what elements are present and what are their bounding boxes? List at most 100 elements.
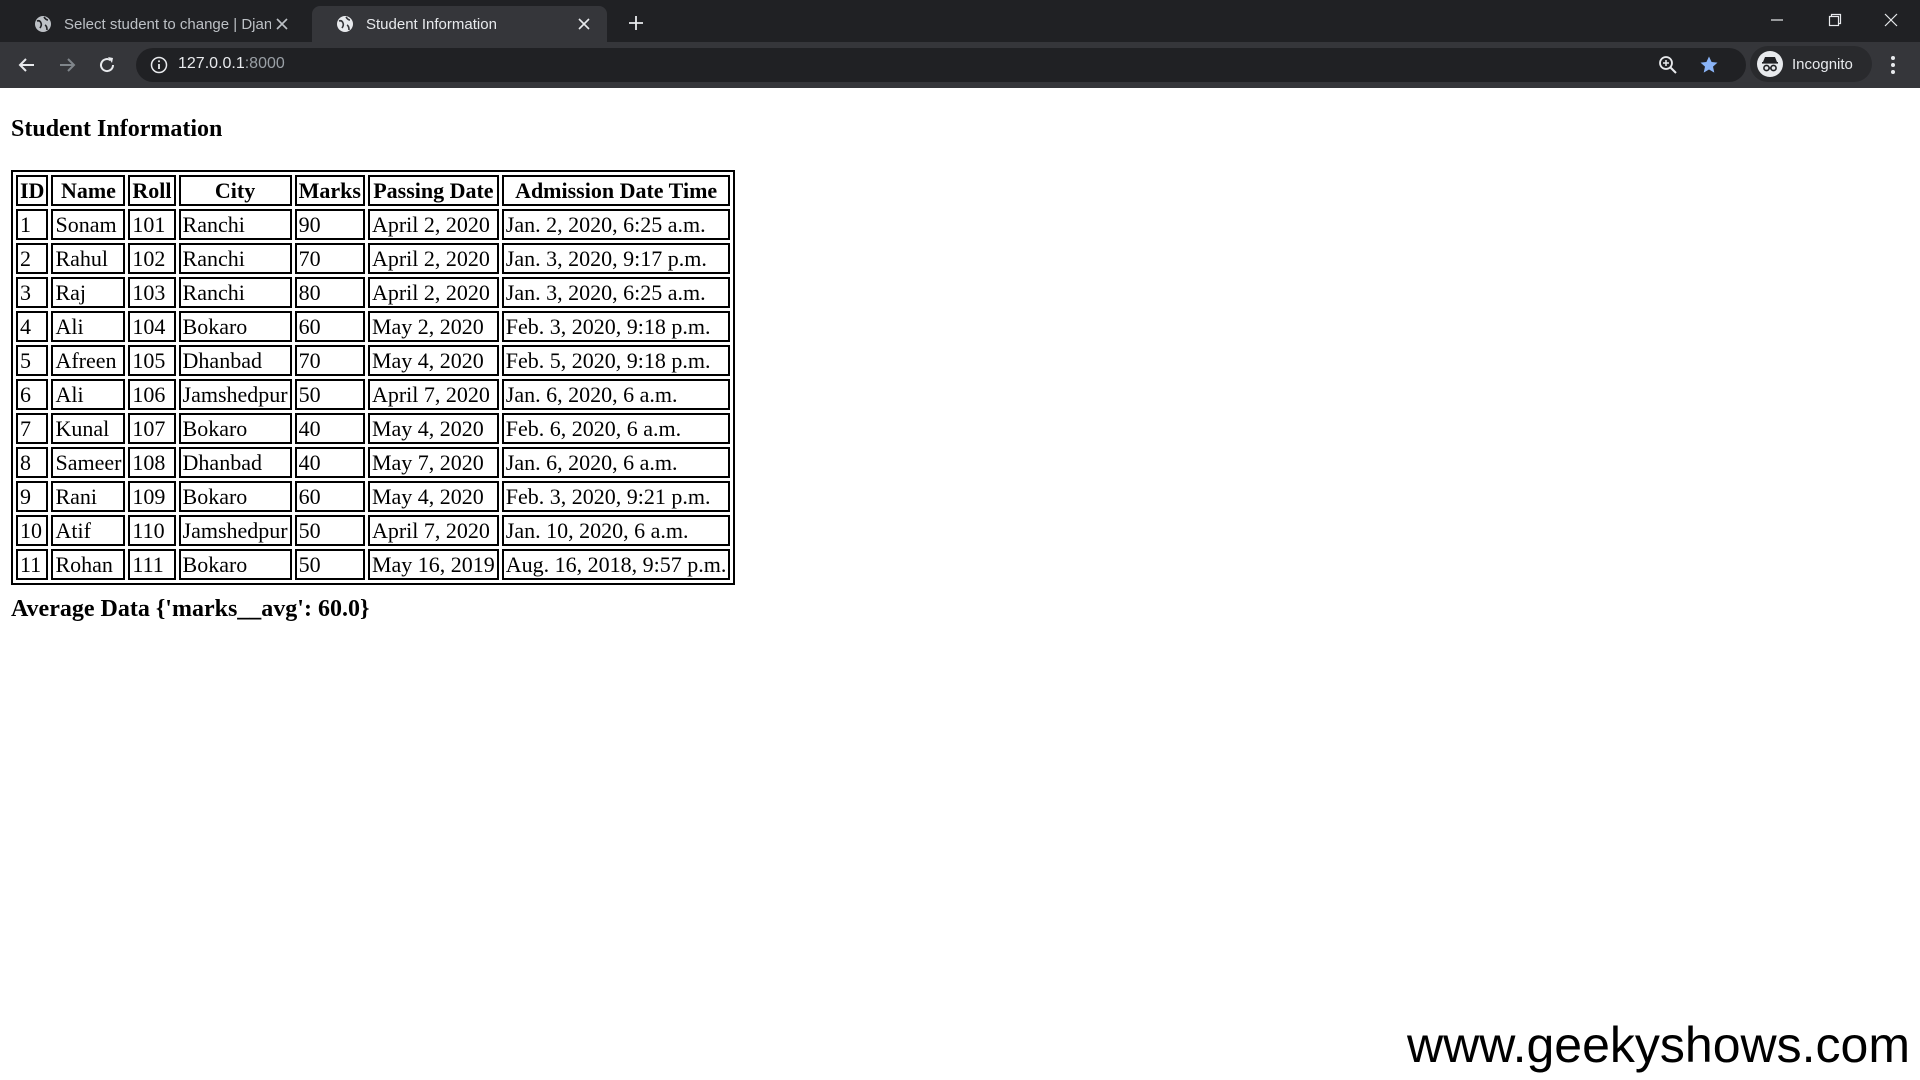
table-cell: Jan. 6, 2020, 6 a.m. <box>501 379 731 410</box>
column-header: City <box>178 175 292 206</box>
table-cell: Ranchi <box>178 243 292 274</box>
reload-button[interactable] <box>92 50 122 80</box>
table-cell: May 4, 2020 <box>367 481 499 512</box>
table-cell: Jamshedpur <box>178 515 292 546</box>
table-cell: April 2, 2020 <box>367 209 499 240</box>
toolbar: 127.0.0.1:8000 Incognito <box>0 42 1920 88</box>
table-cell: Rahul <box>51 243 126 274</box>
tab-strip: Select student to change | Djang Student… <box>0 0 1920 42</box>
table-cell: Rani <box>51 481 126 512</box>
table-cell: Sonam <box>51 209 126 240</box>
info-icon[interactable] <box>150 56 168 74</box>
table-cell: Ali <box>51 379 126 410</box>
table-cell: Raj <box>51 277 126 308</box>
table-cell: Jan. 3, 2020, 6:25 a.m. <box>501 277 731 308</box>
table-cell: 60 <box>294 481 365 512</box>
arrow-right-icon <box>60 58 76 72</box>
table-row: 1 Sonam 101 Ranchi 90 April 2, 2020 Jan. 2, 20… <box>16 209 731 240</box>
table-cell: Jan. 2, 2020, 6:25 a.m. <box>501 209 731 240</box>
table-row: 11 Rohan 111 Bokaro 50 May 16, 2019 Aug. 16, 2… <box>16 549 731 580</box>
globe-icon <box>35 16 51 32</box>
restore-button[interactable] <box>1806 0 1864 40</box>
table-cell: 102 <box>128 243 176 274</box>
table-row: 2 Rahul 102 Ranchi 70 April 2, 2020 Jan. 3, 20… <box>16 243 731 274</box>
table-cell: 111 <box>128 549 176 580</box>
table-cell: 11 <box>16 549 49 580</box>
table-body: 1 Sonam 101 Ranchi 90 April 2, 2020 Jan. 2, 20… <box>16 209 731 580</box>
page-heading: Student Information <box>11 116 223 142</box>
tab-title: Select student to change | Djang <box>64 15 271 33</box>
tab-student-information[interactable]: Student Information <box>312 6 607 42</box>
table-cell: April 7, 2020 <box>367 515 499 546</box>
table-row: 10 Atif 110 Jamshedpur 50 April 7, 2020 Jan. 1… <box>16 515 731 546</box>
table-row: 3 Raj 103 Ranchi 80 April 2, 2020 Jan. 3, 2020… <box>16 277 731 308</box>
table-cell: 3 <box>16 277 49 308</box>
url-port: :8000 <box>244 55 285 72</box>
table-cell: 106 <box>128 379 176 410</box>
arrow-left-icon <box>18 58 34 72</box>
tab-title: Student Information <box>366 15 497 33</box>
table-cell: Jan. 6, 2020, 6 a.m. <box>501 447 731 478</box>
more-vert-icon <box>1891 56 1895 74</box>
profile-label: Incognito <box>1792 55 1853 73</box>
table-cell: 50 <box>294 379 365 410</box>
table-cell: 108 <box>128 447 176 478</box>
globe-icon <box>337 16 353 32</box>
table-cell: 109 <box>128 481 176 512</box>
table-cell: Ali <box>51 311 126 342</box>
minimize-icon <box>1771 19 1783 21</box>
forward-button[interactable] <box>52 50 82 80</box>
table-cell: 90 <box>294 209 365 240</box>
close-tab-icon[interactable] <box>271 13 293 35</box>
table-cell: April 2, 2020 <box>367 277 499 308</box>
close-icon <box>1884 13 1898 27</box>
table-cell: Ranchi <box>178 277 292 308</box>
address-bar[interactable]: 127.0.0.1:8000 <box>136 48 1746 82</box>
zoom-icon[interactable] <box>1658 55 1678 75</box>
table-cell: April 2, 2020 <box>367 243 499 274</box>
column-header: Passing Date <box>367 175 499 206</box>
table-cell: 70 <box>294 345 365 376</box>
minimize-button[interactable] <box>1748 0 1806 40</box>
table-cell: 70 <box>294 243 365 274</box>
back-button[interactable] <box>12 50 42 80</box>
browser-menu-button[interactable] <box>1878 50 1908 80</box>
table-cell: 2 <box>16 243 49 274</box>
table-cell: Dhanbad <box>178 345 292 376</box>
table-cell: 103 <box>128 277 176 308</box>
close-window-button[interactable] <box>1862 0 1920 40</box>
url-text: 127.0.0.1:8000 <box>178 55 285 73</box>
tab-django-admin[interactable]: Select student to change | Djang <box>10 6 305 42</box>
table-cell: 9 <box>16 481 49 512</box>
table-cell: 110 <box>128 515 176 546</box>
restore-icon <box>1828 13 1842 27</box>
watermark: www.geekyshows.com <box>1407 1017 1910 1073</box>
average-data: Average Data {'marks__avg': 60.0} <box>11 596 370 622</box>
new-tab-button[interactable] <box>622 9 650 37</box>
table-cell: Atif <box>51 515 126 546</box>
table-cell: April 7, 2020 <box>367 379 499 410</box>
table-cell: 60 <box>294 311 365 342</box>
table-cell: Rohan <box>51 549 126 580</box>
table-header-row: ID Name Roll City Marks Passing Date Admission… <box>16 175 731 206</box>
column-header: Admission Date Time <box>501 175 731 206</box>
table-cell: Sameer <box>51 447 126 478</box>
reload-icon <box>100 57 115 73</box>
table-cell: Jamshedpur <box>178 379 292 410</box>
table-cell: Bokaro <box>178 481 292 512</box>
column-header: Name <box>51 175 126 206</box>
incognito-profile-button[interactable]: Incognito <box>1750 46 1872 82</box>
table-cell: Ranchi <box>178 209 292 240</box>
page-content: Student Information ID Name Roll City Marks P… <box>0 88 1920 1080</box>
bookmark-star-icon[interactable] <box>1699 55 1719 75</box>
table-cell: Bokaro <box>178 413 292 444</box>
table-cell: May 2, 2020 <box>367 311 499 342</box>
table-cell: Aug. 16, 2018, 9:57 p.m. <box>501 549 731 580</box>
close-tab-icon[interactable] <box>573 13 595 35</box>
table-cell: 10 <box>16 515 49 546</box>
table-cell: 40 <box>294 413 365 444</box>
table-cell: 1 <box>16 209 49 240</box>
column-header: Marks <box>294 175 365 206</box>
table-cell: 80 <box>294 277 365 308</box>
table-cell: Bokaro <box>178 549 292 580</box>
